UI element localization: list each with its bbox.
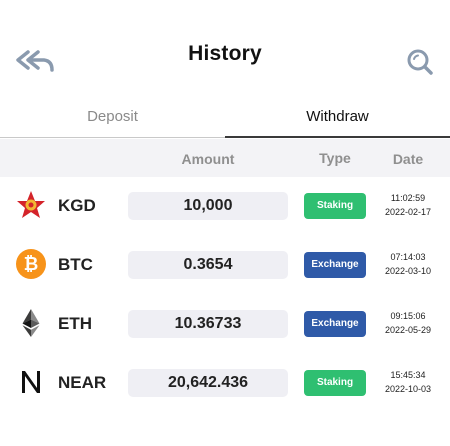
kgd-logo-icon (17, 191, 45, 218)
active-tab-indicator (225, 136, 450, 138)
tab-withdraw[interactable]: Withdraw (225, 108, 450, 130)
column-header-type: Type (319, 150, 351, 166)
search-button[interactable] (404, 46, 436, 78)
type-badge: Staking (304, 370, 366, 396)
table-row[interactable]: ETH 10.36733 Exchange 09:15:06 2022-05-2… (0, 300, 450, 348)
amount-value: 10,000 (128, 192, 288, 220)
time-value: 11:02:59 (390, 193, 426, 203)
table-header: Amount Type Date (0, 139, 450, 177)
date-cell: 11:02:59 2022-02-17 (378, 191, 438, 219)
date-value: 2022-05-29 (384, 325, 432, 335)
coin-symbol: KGD (58, 196, 96, 215)
date-cell: 07:14:03 2022-03-10 (378, 250, 438, 278)
coin-symbol: ETH (58, 314, 92, 333)
page-title: History (188, 42, 262, 65)
amount-value: 20,642.436 (128, 369, 288, 397)
column-header-date: Date (392, 151, 424, 167)
column-header-amount: Amount (181, 151, 235, 167)
table-row[interactable]: KGD 10,000 Staking 11:02:59 2022-02-17 (0, 182, 450, 230)
coin-symbol: NEAR (58, 373, 107, 392)
date-cell: 09:15:06 2022-05-29 (378, 309, 438, 337)
tab-deposit[interactable]: Deposit (0, 108, 225, 130)
search-icon (407, 49, 433, 75)
table-row[interactable]: NEAR 20,642.436 Staking 15:45:34 2022-10… (0, 359, 450, 407)
near-logo-icon (22, 371, 40, 393)
type-badge: Exchange (304, 311, 366, 337)
type-badge: Exchange (304, 252, 366, 278)
date-cell: 15:45:34 2022-10-03 (378, 368, 438, 396)
date-value: 2022-02-17 (384, 207, 432, 217)
date-value: 2022-10-03 (384, 384, 432, 394)
amount-value: 10.36733 (128, 310, 288, 338)
svg-text:₿: ₿ (24, 254, 39, 275)
time-value: 09:15:06 (390, 311, 426, 321)
bitcoin-logo-icon: ₿ (16, 249, 46, 279)
coin-symbol: BTC (58, 255, 93, 274)
type-badge: Staking (304, 193, 366, 219)
tab-bar: Deposit Withdraw (0, 100, 450, 140)
table-row[interactable]: ₿ BTC 0.3654 Exchange 07:14:03 2022-03-1… (0, 241, 450, 289)
date-value: 2022-03-10 (384, 266, 432, 276)
app-header: History (0, 0, 450, 100)
amount-value: 0.3654 (128, 251, 288, 279)
ethereum-logo-icon (22, 309, 40, 337)
time-value: 07:14:03 (390, 252, 426, 262)
time-value: 15:45:34 (390, 370, 426, 380)
